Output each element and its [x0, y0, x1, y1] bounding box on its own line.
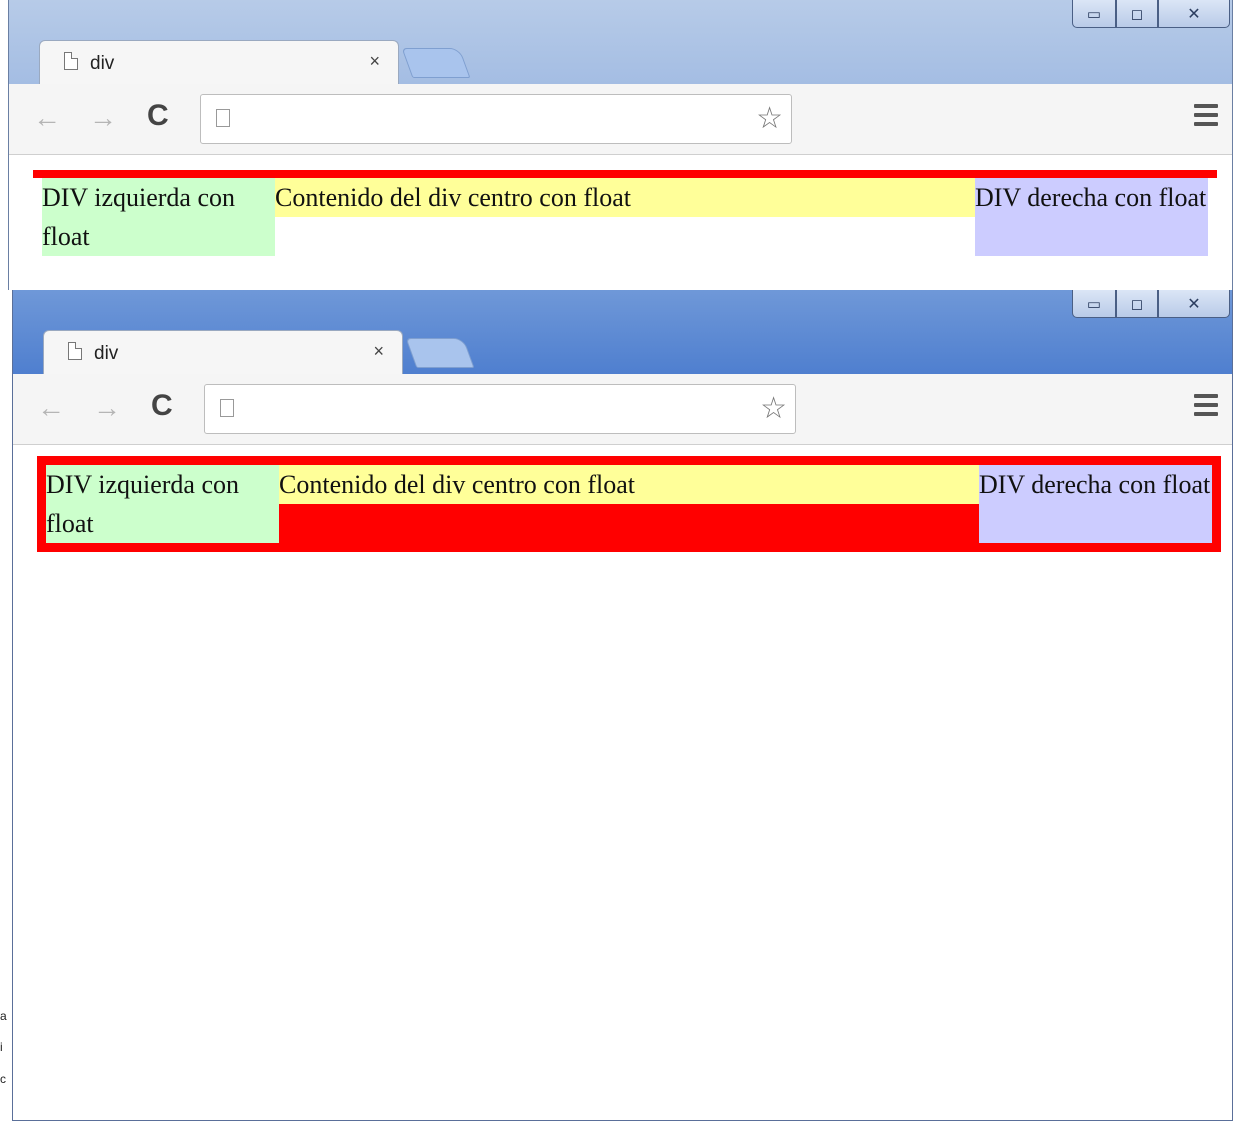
- div-center: Contenido del div centro con float: [275, 178, 975, 217]
- div-left: DIV izquierda con float: [46, 465, 279, 543]
- toolbar: ← → C ☆: [9, 84, 1232, 155]
- star-icon[interactable]: ☆: [756, 101, 783, 136]
- div-center: Contenido del div centro con float: [279, 465, 979, 504]
- edge-fragment: a: [0, 1009, 7, 1023]
- window-controls: ▭ ◻ ✕: [1072, 0, 1230, 30]
- page-content: DIV izquierda con float Contenido del di…: [9, 155, 1232, 290]
- address-bar[interactable]: ☆: [204, 384, 796, 434]
- title-bar: ▭ ◻ ✕ div ×: [13, 290, 1232, 374]
- new-tab-button[interactable]: [401, 48, 471, 78]
- close-window-button[interactable]: ✕: [1158, 290, 1230, 318]
- tab-div[interactable]: div ×: [39, 40, 399, 84]
- red-container: DIV izquierda con float Contenido del di…: [33, 170, 1217, 256]
- page-content: DIV izquierda con float Contenido del di…: [13, 445, 1232, 1120]
- maximize-button[interactable]: ◻: [1116, 290, 1158, 318]
- edge-fragment: i: [0, 1040, 3, 1054]
- close-window-button[interactable]: ✕: [1158, 0, 1230, 28]
- menu-icon[interactable]: [1194, 394, 1218, 416]
- div-left: DIV izquierda con float: [42, 178, 275, 256]
- page-icon: [216, 109, 230, 127]
- forward-arrow-icon[interactable]: →: [93, 392, 121, 424]
- page-icon: [68, 342, 82, 360]
- red-container: DIV izquierda con float Contenido del di…: [37, 456, 1221, 552]
- page-icon: [220, 399, 234, 417]
- back-arrow-icon[interactable]: ←: [33, 102, 61, 134]
- maximize-button[interactable]: ◻: [1116, 0, 1158, 28]
- tab-close-icon[interactable]: ×: [373, 341, 384, 362]
- page-icon: [64, 52, 78, 70]
- browser-window-front: ▭ ◻ ✕ div × ← → C ☆ DIV izquierda con fl…: [12, 290, 1233, 1121]
- tab-title: div: [94, 343, 119, 364]
- tab-close-icon[interactable]: ×: [369, 51, 380, 72]
- reload-icon[interactable]: C: [151, 389, 173, 423]
- div-right: DIV derecha con float: [979, 465, 1212, 543]
- edge-fragment: c: [0, 1072, 6, 1086]
- div-right: DIV derecha con float: [975, 178, 1208, 256]
- menu-icon[interactable]: [1194, 104, 1218, 126]
- tab-title: div: [90, 53, 115, 74]
- forward-arrow-icon[interactable]: →: [89, 102, 117, 134]
- star-icon[interactable]: ☆: [760, 391, 787, 426]
- window-controls: ▭ ◻ ✕: [1072, 290, 1230, 320]
- browser-window-back: ▭ ◻ ✕ div × ← → C ☆ DIV izquierda con fl…: [8, 0, 1233, 290]
- minimize-button[interactable]: ▭: [1072, 290, 1116, 318]
- minimize-button[interactable]: ▭: [1072, 0, 1116, 28]
- tab-div[interactable]: div ×: [43, 330, 403, 374]
- address-bar[interactable]: ☆: [200, 94, 792, 144]
- reload-icon[interactable]: C: [147, 99, 169, 133]
- back-arrow-icon[interactable]: ←: [37, 392, 65, 424]
- title-bar: ▭ ◻ ✕ div ×: [9, 0, 1232, 84]
- new-tab-button[interactable]: [405, 338, 475, 368]
- toolbar: ← → C ☆: [13, 374, 1232, 445]
